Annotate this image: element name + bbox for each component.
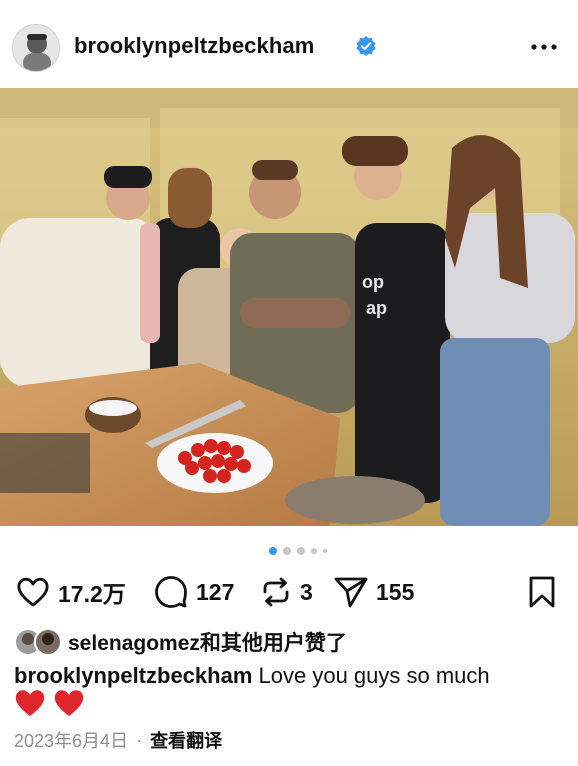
liked-by-user[interactable]: selenagomez (68, 632, 200, 655)
like-action[interactable]: 17.2万 (16, 574, 126, 610)
svg-text:op: op (362, 272, 384, 292)
post-caption: brooklynpeltzbeckham Love you guys so mu… (14, 660, 569, 692)
share-action[interactable]: 155 (334, 574, 414, 610)
carousel-dot-active (269, 547, 277, 555)
caption-text: Love you guys so much (258, 663, 490, 688)
caption-username[interactable]: brooklynpeltzbeckham (14, 663, 252, 688)
liked-by-rest: 和其他用户赞了 (199, 632, 347, 655)
share-count: 155 (376, 578, 415, 605)
carousel-dot (323, 549, 327, 553)
profile-avatar[interactable] (12, 24, 60, 72)
liked-by-avatars (14, 627, 64, 657)
red-heart-icon (15, 690, 45, 716)
post-username[interactable]: brooklynpeltzbeckham (74, 33, 314, 59)
action-bar: 17.2万 127 3 155 (0, 570, 578, 614)
more-options-icon[interactable] (530, 42, 558, 52)
carousel-dot (283, 547, 291, 555)
liked-by-row[interactable]: selenagomez和其他用户赞了 (14, 626, 347, 658)
post-header: brooklynpeltzbeckham (0, 0, 578, 92)
post-photo[interactable]: op ap (0, 88, 578, 526)
comment-action[interactable]: 127 (154, 574, 234, 610)
like-count: 17.2万 (58, 581, 126, 607)
translate-link[interactable]: 查看翻译 (150, 727, 222, 753)
post-meta: 2023年6月4日 · 查看翻译 (14, 726, 222, 754)
red-heart-icon (54, 690, 83, 716)
caption-emoji (14, 688, 85, 722)
comment-icon (155, 576, 187, 608)
carousel-dot (311, 548, 317, 554)
verified-badge-icon (356, 36, 376, 56)
carousel-dot (297, 547, 305, 555)
post-date: 2023年6月4日 (14, 731, 129, 751)
bookmark-icon (529, 576, 555, 608)
heart-icon (17, 577, 49, 607)
repost-action[interactable]: 3 (260, 574, 313, 610)
save-action[interactable] (528, 574, 556, 610)
repost-icon (263, 577, 289, 607)
send-icon (334, 577, 368, 608)
carousel-indicator (269, 547, 327, 555)
repost-count: 3 (300, 578, 313, 605)
comment-count: 127 (196, 578, 235, 605)
svg-text:ap: ap (366, 298, 387, 318)
meta-separator: · (136, 729, 143, 750)
